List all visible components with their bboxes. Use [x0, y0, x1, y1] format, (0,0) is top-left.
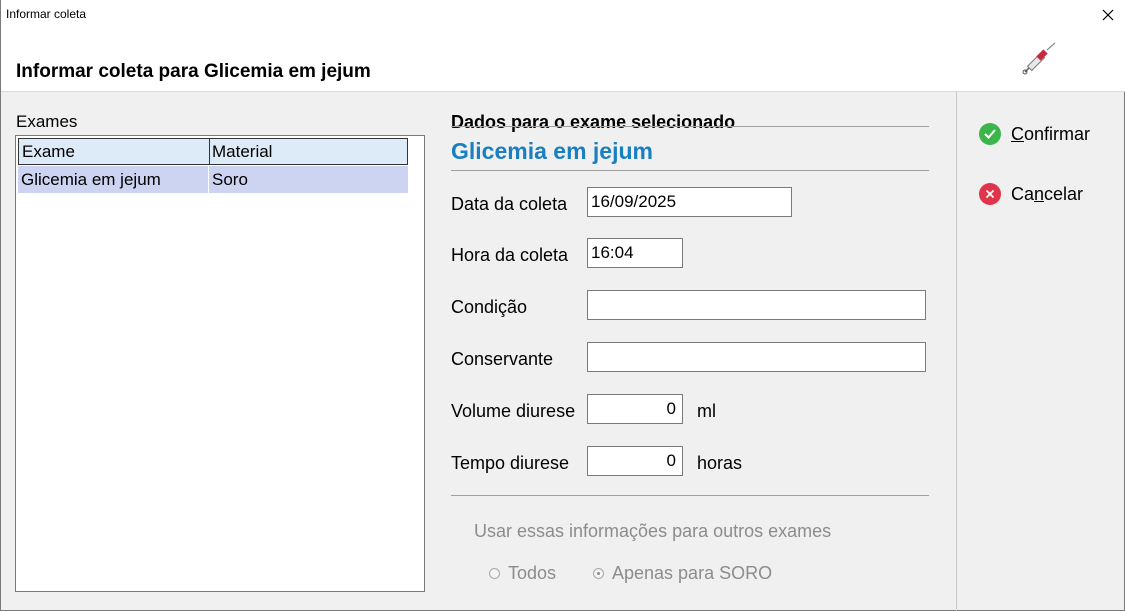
close-button[interactable]: [1090, 0, 1125, 30]
confirm-label: Confirmar: [1011, 123, 1091, 144]
data-coleta-field[interactable]: 16/09/2025: [587, 187, 792, 217]
close-icon: [1102, 9, 1114, 21]
radio-todos[interactable]: Todos: [489, 563, 556, 584]
condicao-field[interactable]: [587, 290, 926, 320]
column-header-material[interactable]: Material: [210, 139, 407, 164]
cancel-label: Cancelar: [1011, 183, 1084, 204]
hora-coleta-field[interactable]: 16:04: [587, 238, 683, 268]
volume-diurese-field[interactable]: 0: [587, 394, 683, 424]
condicao-label: Condição: [451, 297, 528, 317]
divider: [451, 170, 929, 171]
radio-apenas-soro[interactable]: Apenas para SORO: [593, 563, 772, 584]
tempo-unit: horas: [697, 453, 743, 473]
exams-label: Exames: [16, 112, 78, 131]
cancel-icon: [979, 183, 1001, 205]
title-bar: Informar coleta: [1, 0, 1125, 30]
column-header-exame[interactable]: Exame: [19, 139, 210, 164]
volume-unit: ml: [697, 401, 716, 421]
radio-apenas-label: Apenas para SORO: [612, 563, 773, 583]
data-coleta-label: Data da coleta: [451, 194, 568, 214]
volume-diurese-label: Volume diurese: [451, 401, 576, 421]
syringe-icon: [1022, 42, 1056, 75]
table-row[interactable]: Glicemia em jejum Soro: [18, 166, 408, 193]
radio-unchecked-icon: [489, 568, 500, 579]
radio-checked-icon: [593, 568, 604, 579]
conservante-field[interactable]: [587, 342, 926, 372]
section-label: Dados para o exame selecionado: [451, 112, 736, 132]
page-title: Informar coleta para Glicemia em jejum: [16, 61, 371, 82]
use-info-label: Usar essas informações para outros exame…: [474, 521, 832, 541]
grid-header: Exame Material: [18, 138, 408, 165]
cell-exame: Glicemia em jejum: [18, 166, 209, 193]
cell-material: Soro: [212, 170, 248, 189]
window-title: Informar coleta: [6, 7, 87, 21]
tempo-diurese-field[interactable]: 0: [587, 446, 683, 476]
divider: [451, 495, 929, 496]
hora-coleta-label: Hora da coleta: [451, 245, 569, 265]
cancel-button[interactable]: Cancelar: [979, 183, 1083, 205]
confirm-button[interactable]: Confirmar: [979, 123, 1090, 145]
dialog-window: Informar coleta Informar coleta para Gli…: [0, 0, 1125, 611]
selected-exam-name: Glicemia em jejum: [451, 138, 653, 164]
exams-grid[interactable]: Exame Material Glicemia em jejum Soro: [15, 135, 425, 592]
radio-todos-label: Todos: [508, 563, 557, 583]
conservante-label: Conservante: [451, 349, 554, 369]
check-icon: [979, 123, 1001, 145]
dialog-header: Informar coleta para Glicemia em jejum: [1, 30, 1125, 92]
vertical-divider: [956, 92, 957, 611]
divider: [451, 126, 929, 127]
tempo-diurese-label: Tempo diurese: [451, 453, 570, 473]
